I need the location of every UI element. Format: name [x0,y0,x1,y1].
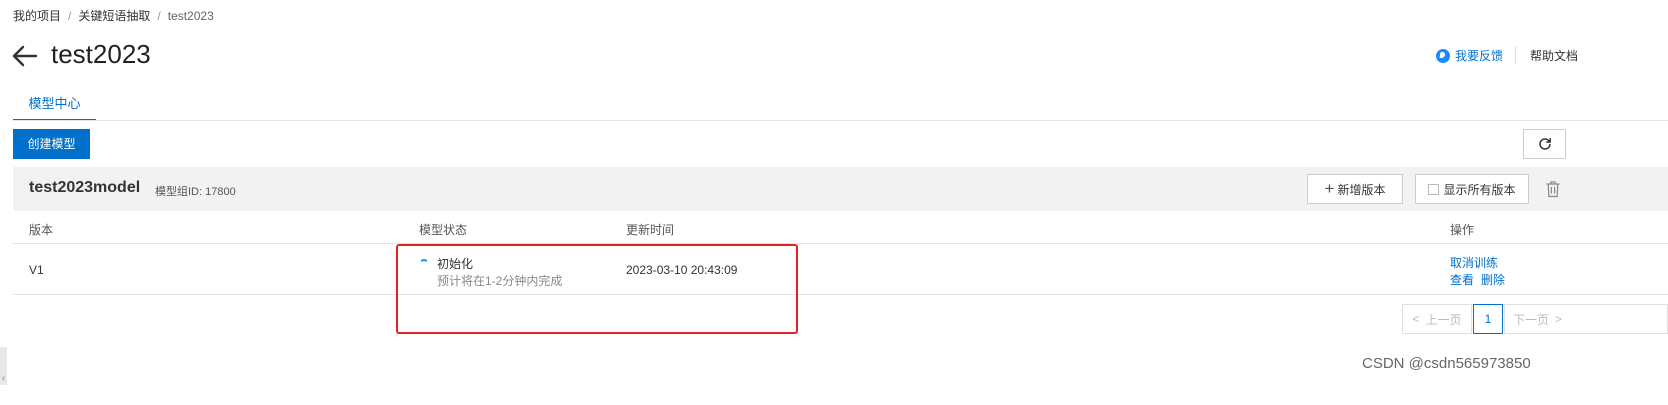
help-doc-link[interactable]: 帮助文档 [1530,47,1578,64]
column-header-status: 模型状态 [419,223,468,237]
delete-link[interactable]: 删除 [1481,271,1505,288]
prev-page-label: 上一页 [1425,312,1462,327]
refresh-button[interactable] [1523,129,1566,159]
tab-model-center[interactable]: 模型中心 [13,88,96,121]
breadcrumb: 我的项目 / 关键短语抽取 / test2023 [13,7,214,24]
refresh-icon [1538,137,1551,150]
highlight-annotation-box [396,244,798,334]
feedback-label: 我要反馈 [1455,49,1504,63]
watermark-text: CSDN @csdn565973850 [1362,355,1531,372]
table-header-divider [13,243,1668,244]
create-model-button[interactable]: 创建模型 [13,129,90,159]
view-link[interactable]: 查看 [1450,271,1474,288]
breadcrumb-separator: / [68,9,72,23]
checkbox-icon[interactable] [1428,183,1440,195]
breadcrumb-item-projects[interactable]: 我的项目 [13,9,61,23]
new-version-button[interactable]: + 新增版本 [1307,174,1403,204]
show-all-versions-label: 显示所有版本 [1443,182,1516,197]
page-number-button[interactable]: 1 [1473,304,1503,334]
model-group-id: 模型组ID: 17800 [155,186,236,198]
column-header-version: 版本 [29,223,54,237]
trash-icon[interactable] [1545,180,1561,198]
column-header-actions: 操作 [1450,223,1475,237]
page-title: test2023 [51,39,151,69]
side-collapse-handle[interactable]: ‹ [0,347,7,385]
breadcrumb-item-task[interactable]: 关键短语抽取 [78,9,150,23]
next-page-label: 下一页 [1513,312,1550,327]
next-page-button[interactable]: 下一页 > [1504,304,1668,334]
chevron-right-icon: > [1555,312,1563,326]
breadcrumb-separator: / [157,9,161,23]
back-arrow-icon[interactable] [12,44,38,68]
table-row-divider [13,294,1668,295]
cancel-training-link[interactable]: 取消训练 [1450,254,1498,271]
plus-icon: + [1324,179,1335,198]
column-header-updated: 更新时间 [626,223,675,237]
show-all-versions-toggle[interactable]: 显示所有版本 [1415,174,1529,204]
tab-divider [13,120,1668,121]
new-version-label: 新增版本 [1337,182,1386,197]
model-group-name: test2023model [29,179,141,196]
chevron-left-icon: < [1412,312,1420,326]
feedback-icon [1436,48,1450,63]
feedback-link[interactable]: 我要反馈 [1436,47,1503,64]
cell-version: V1 [29,263,44,277]
header-divider [1515,46,1516,64]
breadcrumb-item-current: test2023 [167,9,214,23]
prev-page-button[interactable]: < 上一页 [1402,304,1472,334]
